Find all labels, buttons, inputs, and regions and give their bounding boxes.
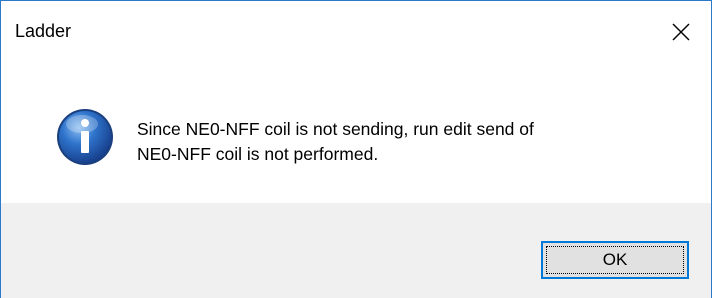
button-bar: OK xyxy=(1,203,711,298)
ok-button-label: OK xyxy=(546,246,684,274)
dialog-content: Since NE0-NFF coil is not sending, run e… xyxy=(1,63,711,203)
message-dialog: Ladder Since NE0-NFF coil is not sending… xyxy=(0,0,712,298)
info-icon xyxy=(57,109,113,165)
window-title: Ladder xyxy=(15,21,72,41)
ok-button[interactable]: OK xyxy=(541,241,689,279)
message-text: Since NE0-NFF coil is not sending, run e… xyxy=(137,117,697,167)
close-icon xyxy=(672,23,690,41)
message-line-1: Since NE0-NFF coil is not sending, run e… xyxy=(137,119,534,139)
close-button[interactable] xyxy=(651,1,711,63)
title-bar: Ladder xyxy=(1,1,711,63)
message-line-2: NE0-NFF coil is not performed. xyxy=(137,144,379,164)
